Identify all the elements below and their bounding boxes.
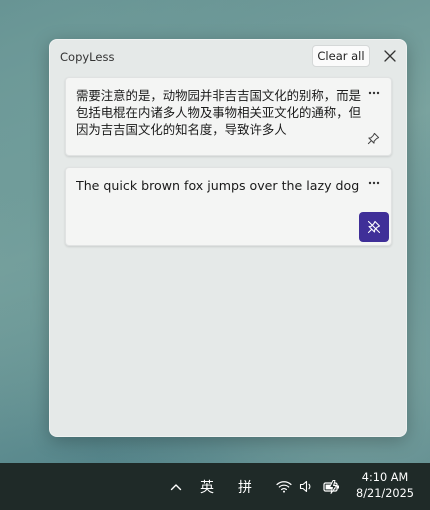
volume-icon[interactable] bbox=[297, 463, 315, 510]
taskbar: 英 拼 4:10 AM 8/21/2025 bbox=[0, 463, 430, 510]
copyless-panel: CopyLess Clear all 需要注意的是，动物园并非吉吉国文化的别称，… bbox=[49, 39, 407, 437]
more-icon[interactable] bbox=[363, 84, 385, 102]
clock[interactable]: 4:10 AM 8/21/2025 bbox=[352, 470, 418, 502]
clear-all-button[interactable]: Clear all bbox=[312, 45, 370, 67]
battery-charging-icon[interactable] bbox=[322, 463, 344, 510]
clock-time: 4:10 AM bbox=[361, 471, 409, 484]
wifi-icon[interactable] bbox=[274, 463, 294, 510]
close-icon[interactable] bbox=[380, 47, 400, 65]
clip-card[interactable]: The quick brown fox jumps over the lazy … bbox=[65, 167, 392, 246]
chevron-up-icon[interactable] bbox=[166, 463, 186, 510]
pin-icon[interactable] bbox=[362, 128, 384, 148]
clip-text: 需要注意的是，动物园并非吉吉国文化的别称，而是包括电棍在内诸多人物及事物相关亚文… bbox=[76, 88, 361, 137]
ime-mode-indicator[interactable]: 拼 bbox=[234, 463, 256, 510]
clip-card[interactable]: 需要注意的是，动物园并非吉吉国文化的别称，而是包括电棍在内诸多人物及事物相关亚文… bbox=[65, 77, 392, 156]
clock-date: 8/21/2025 bbox=[356, 487, 414, 500]
unpin-icon[interactable] bbox=[359, 212, 389, 242]
app-title: CopyLess bbox=[60, 50, 115, 64]
clip-text: The quick brown fox jumps over the lazy … bbox=[76, 178, 360, 193]
more-icon[interactable] bbox=[363, 174, 385, 192]
ime-language-indicator[interactable]: 英 bbox=[196, 463, 218, 510]
